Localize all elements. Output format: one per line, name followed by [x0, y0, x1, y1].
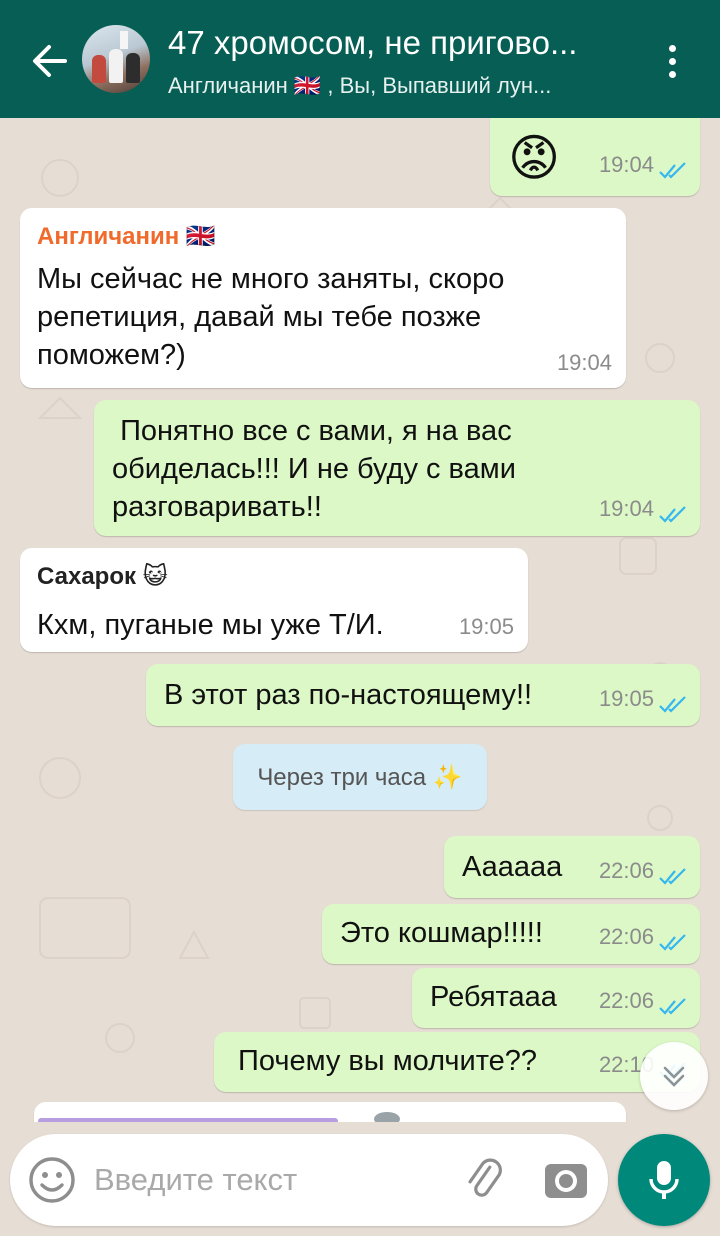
outgoing-message[interactable]: Аааааа 22:06 [444, 836, 700, 898]
paperclip-icon [468, 1158, 502, 1197]
message-time: 22:06 [598, 924, 654, 949]
more-options-button[interactable] [654, 38, 690, 84]
message-time: 19:05 [458, 614, 514, 639]
read-receipt-icon [659, 696, 686, 713]
more-vert-icon [668, 70, 676, 78]
message-input[interactable] [94, 1156, 414, 1204]
avatar-detail [109, 49, 123, 83]
outgoing-message[interactable]: Ребятааа 22:06 [412, 968, 700, 1028]
read-receipt-icon [659, 162, 686, 179]
message-text: Аааааа [462, 851, 563, 883]
read-receipt-icon [659, 506, 686, 523]
camera-icon [545, 1164, 587, 1198]
avatar-detail [126, 53, 140, 83]
incoming-message-partial[interactable] [34, 1102, 626, 1122]
scroll-to-bottom-button[interactable] [640, 1042, 708, 1110]
back-button[interactable] [26, 38, 72, 84]
message-time: 19:05 [598, 686, 654, 711]
incoming-message[interactable]: Англичанин 🇬🇧 Мы сейчас не много заняты,… [20, 208, 626, 388]
outgoing-message[interactable]: Понятно все с вами, я на вас обиделась!!… [94, 400, 700, 536]
microphone-icon [649, 1161, 679, 1199]
outgoing-message[interactable]: Это кошмар!!!!! 22:06 [322, 904, 700, 964]
message-text: Ребятааа [430, 981, 557, 1013]
read-receipt-icon [659, 868, 686, 885]
outgoing-message[interactable]: В этот раз по-настоящему!! 19:05 [146, 664, 700, 726]
message-list[interactable]: 😡 19:04 Англичанин 🇬🇧 Мы сейчас не много… [0, 118, 720, 1122]
partial-emoji [374, 1112, 400, 1122]
message-time: 19:04 [598, 152, 654, 177]
message-composer [10, 1134, 608, 1226]
incoming-message[interactable]: Сахарок 😺 Кхм, пуганые мы уже Т/И. 19:05 [20, 548, 528, 652]
read-receipt-icon [659, 998, 686, 1015]
message-text: В этот раз по-настоящему!! [164, 679, 533, 711]
sender-name[interactable]: Сахарок 😺 [37, 562, 168, 592]
voice-record-button[interactable] [618, 1134, 710, 1226]
time-divider: Через три часа ✨ [233, 744, 487, 810]
message-time: 19:04 [556, 350, 612, 375]
sender-name[interactable]: Англичанин 🇬🇧 [37, 222, 216, 252]
message-text: Мы сейчас не много заняты, скоро репетиц… [37, 263, 505, 371]
chat-header: 47 хромосом, не пригово... Англичанин 🇬🇧… [0, 0, 720, 118]
attach-button[interactable] [462, 1156, 510, 1204]
arrow-left-icon [33, 45, 67, 77]
message-text: Понятно все с вами, я на вас обиделась!!… [112, 415, 524, 523]
chat-participants[interactable]: Англичанин 🇬🇧 , Вы, Выпавший лун... [168, 73, 628, 99]
message-time: 19:04 [598, 496, 654, 521]
more-vert-icon [668, 57, 676, 65]
avatar-detail [92, 55, 106, 83]
group-avatar[interactable] [82, 25, 150, 93]
message-text: Это кошмар!!!!! [340, 917, 543, 949]
chat-title[interactable]: 47 хромосом, не пригово... [168, 24, 630, 62]
chevron-double-down-icon [663, 1066, 685, 1087]
message-time: 22:06 [598, 988, 654, 1013]
outgoing-message[interactable]: 😡 19:04 [490, 118, 700, 196]
avatar-detail [120, 31, 128, 49]
smiley-icon [29, 1157, 75, 1203]
outgoing-message[interactable]: Почему вы молчите?? 22:10 [214, 1032, 700, 1092]
emoji-button[interactable] [26, 1154, 78, 1206]
message-text: Кхм, пуганые мы уже Т/И. [37, 609, 384, 641]
message-text: Почему вы молчите?? [238, 1045, 538, 1077]
more-vert-icon [668, 44, 676, 52]
camera-button[interactable] [542, 1156, 590, 1204]
partial-sender-bar [38, 1118, 338, 1122]
message-emoji: 😡 [508, 130, 561, 186]
read-receipt-icon [659, 934, 686, 951]
message-time: 22:06 [598, 858, 654, 883]
